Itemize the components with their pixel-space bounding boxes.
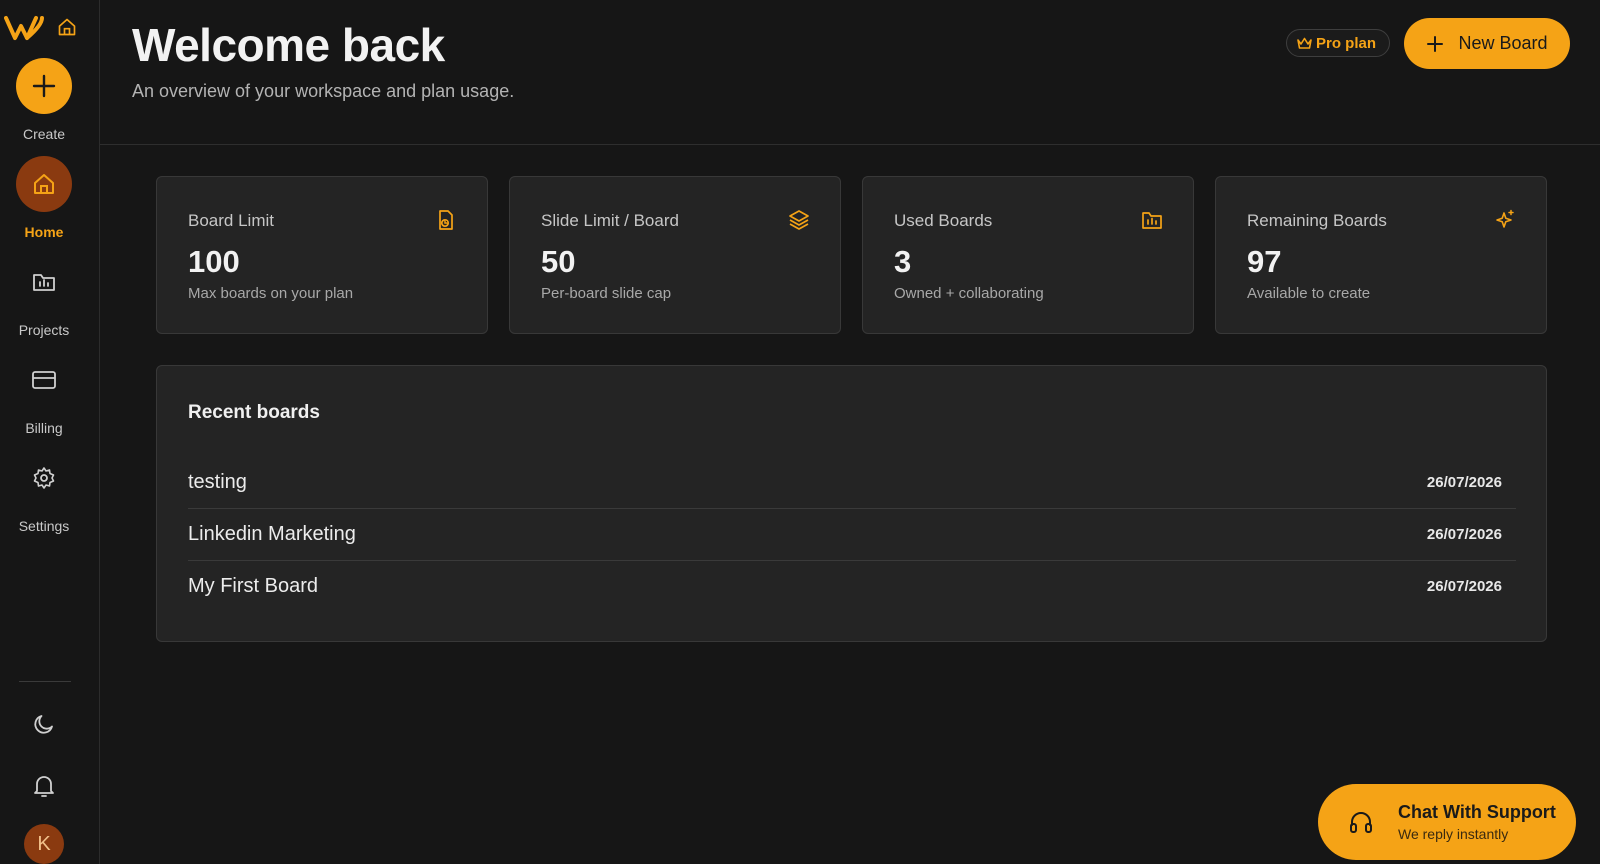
- app-root: Create Home Projects Billing Settings K …: [0, 0, 1600, 864]
- chat-support-title: Chat With Support: [1398, 802, 1556, 822]
- sidebar-item-settings[interactable]: Settings: [0, 450, 88, 534]
- sidebar: Create Home Projects Billing Settings K: [0, 0, 100, 864]
- board-name: testing: [188, 470, 247, 493]
- sidebar-item-label: Billing: [25, 420, 63, 436]
- board-row[interactable]: testing 26/07/2026: [188, 456, 1516, 508]
- plus-icon: [16, 58, 72, 114]
- page-subtitle: An overview of your workspace and plan u…: [132, 81, 515, 101]
- stat-value: 3: [894, 244, 912, 279]
- sidebar-item-label: Projects: [18, 322, 70, 338]
- stat-card-remaining-boards: Remaining Boards 97 Available to create: [1215, 176, 1547, 334]
- sidebar-item-billing[interactable]: Billing: [0, 352, 88, 436]
- home-shortcut-icon[interactable]: [57, 17, 77, 37]
- board-date: 26/07/2026: [1426, 526, 1502, 543]
- stat-value: 50: [541, 244, 576, 279]
- stat-value: 97: [1247, 244, 1282, 279]
- new-board-button[interactable]: New Board: [1404, 18, 1570, 69]
- stat-label: Slide Limit / Board: [541, 211, 679, 230]
- sidebar-item-home[interactable]: Home: [0, 156, 88, 240]
- chat-support-subtitle: We reply instantly: [1398, 826, 1509, 842]
- stat-caption: Per-board slide cap: [541, 285, 672, 302]
- page-header: Welcome back An overview of your workspa…: [100, 0, 1600, 145]
- stat-card-slide-limit: Slide Limit / Board 50 Per-board slide c…: [509, 176, 841, 334]
- board-row[interactable]: Linkedin Marketing 26/07/2026: [188, 508, 1516, 560]
- stat-value: 100: [188, 244, 240, 279]
- headphones-icon: [1350, 812, 1372, 833]
- folder-chart-icon: [16, 254, 72, 310]
- create-button[interactable]: Create: [0, 58, 88, 142]
- bell-icon[interactable]: [32, 773, 56, 799]
- stat-card-used-boards: Used Boards 3 Owned + collaborating: [862, 176, 1194, 334]
- stat-label: Board Limit: [188, 211, 274, 230]
- board-date: 26/07/2026: [1426, 473, 1502, 491]
- plan-badge[interactable]: Pro plan: [1286, 29, 1391, 57]
- chat-support-button[interactable]: Chat With Support We reply instantly: [1318, 784, 1576, 860]
- credit-card-icon: [16, 352, 72, 408]
- home-icon: [16, 156, 72, 212]
- stat-card-board-limit: Board Limit 100 Max boards on your plan: [156, 176, 488, 334]
- stat-label: Remaining Boards: [1247, 211, 1387, 230]
- new-board-label: New Board: [1458, 33, 1548, 53]
- board-name: My First Board: [188, 575, 319, 597]
- plus-icon: [1427, 35, 1444, 52]
- boards-icon: [439, 210, 453, 230]
- board-name: Linkedin Marketing: [188, 523, 356, 545]
- gear-icon: [16, 450, 72, 506]
- folder-chart-icon: [1142, 212, 1162, 229]
- sidebar-item-projects[interactable]: Projects: [0, 254, 88, 338]
- recent-boards-panel: Recent boards testing 26/07/2026 Linkedi…: [156, 365, 1547, 642]
- board-row[interactable]: My First Board 26/07/2026: [188, 560, 1516, 612]
- moon-icon[interactable]: [32, 712, 56, 736]
- brand-logo[interactable]: [4, 14, 46, 42]
- crown-icon: [1297, 37, 1312, 49]
- plan-badge-label: Pro plan: [1316, 34, 1377, 52]
- stat-caption: Owned + collaborating: [894, 285, 1044, 302]
- stat-caption: Max boards on your plan: [188, 285, 354, 302]
- sidebar-divider: [19, 681, 71, 682]
- recent-boards-title: Recent boards: [188, 402, 320, 423]
- page-title: Welcome back: [132, 19, 445, 71]
- stat-caption: Available to create: [1247, 285, 1371, 302]
- create-label: Create: [22, 126, 66, 142]
- stat-label: Used Boards: [894, 211, 993, 230]
- sparkles-icon: [1496, 209, 1514, 228]
- sidebar-item-label: Settings: [18, 518, 70, 534]
- sidebar-item-label: Home: [24, 224, 64, 240]
- board-date: 26/07/2026: [1426, 578, 1502, 595]
- layers-icon: [789, 210, 809, 230]
- avatar[interactable]: K: [24, 824, 64, 864]
